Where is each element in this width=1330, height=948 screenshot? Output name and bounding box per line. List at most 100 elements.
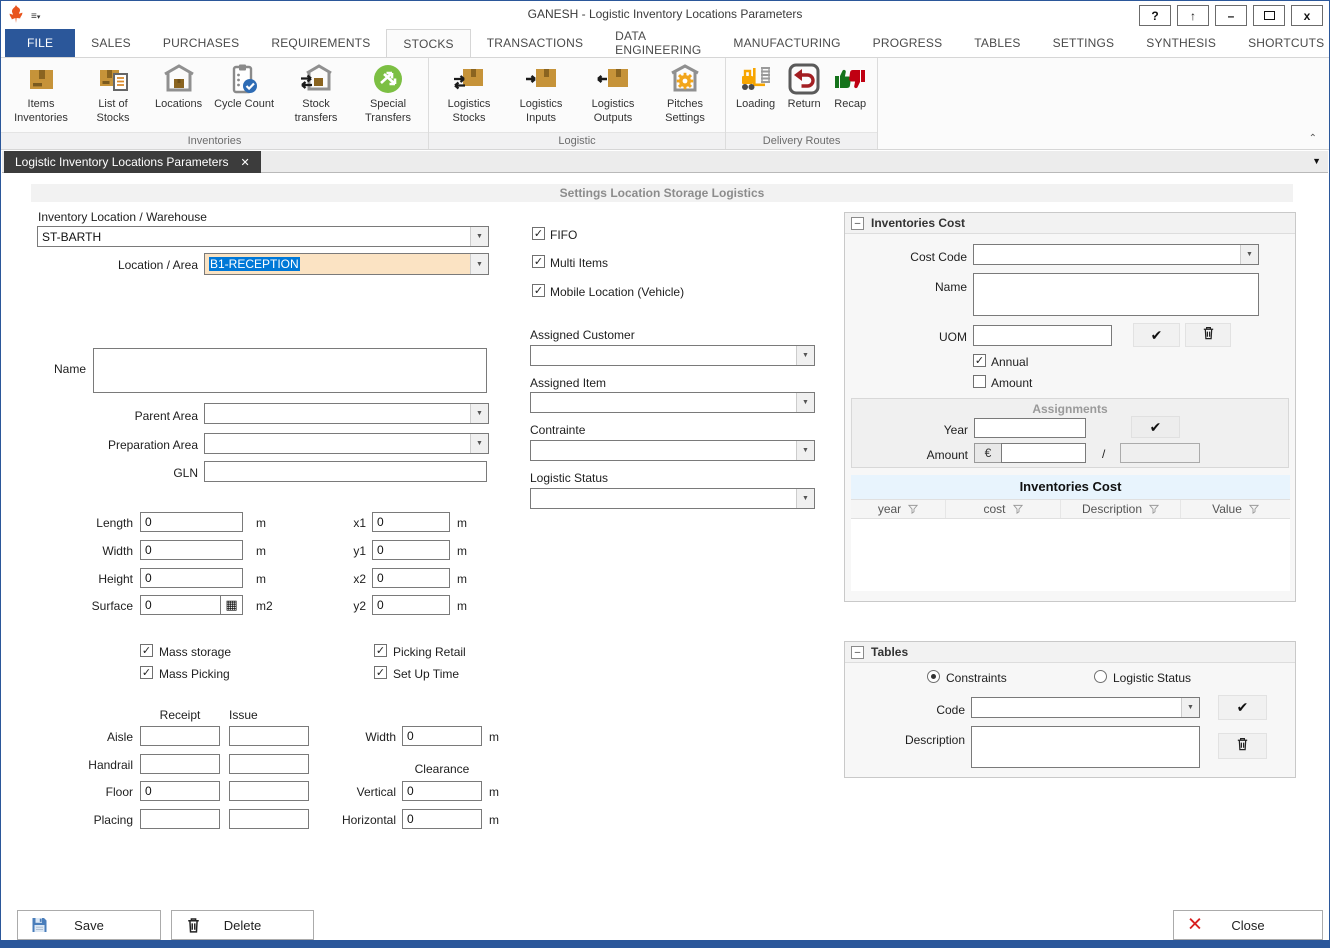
column-header-value[interactable]: Value [1181,500,1290,518]
collapse-panel-button[interactable]: – [851,646,864,659]
help-button[interactable]: ? [1139,5,1171,26]
special-transfers-button[interactable]: Special Transfers [353,61,423,127]
location-area-combo[interactable]: B1-RECEPTION [204,253,489,275]
minimize-button[interactable]: – [1215,5,1247,26]
column-header-description[interactable]: Description [1061,500,1181,518]
pitches-settings-button[interactable]: Pitches Settings [650,61,720,127]
logistics-inputs-button[interactable]: Logistics Inputs [506,61,576,127]
logistic-status-combo[interactable] [530,488,815,509]
horizontal-field[interactable] [402,809,482,829]
tab-shortcuts[interactable]: SHORTCUTS [1232,29,1330,57]
x1-field[interactable] [372,512,450,532]
delete-button[interactable]: Delete [171,910,314,940]
contrainte-combo[interactable] [530,440,815,461]
set-up-time-checkbox[interactable] [374,666,387,679]
dropdown-arrow-icon[interactable] [1181,698,1199,717]
locations-button[interactable]: Locations [150,61,207,113]
clearance-width-field[interactable] [402,726,482,746]
ribbon-collapse-icon[interactable]: ⌃ [1309,133,1317,144]
width-field[interactable] [140,540,243,560]
close-window-button[interactable]: x [1291,5,1323,26]
recap-button[interactable]: Recap [828,61,872,113]
aisle-receipt-field[interactable] [140,726,220,746]
table-delete-button[interactable] [1218,733,1267,759]
loading-button[interactable]: Loading [731,61,780,113]
vertical-field[interactable] [402,781,482,801]
length-field[interactable] [140,512,243,532]
column-header-cost[interactable]: cost [946,500,1061,518]
floor-receipt-field[interactable] [140,781,220,801]
description-field[interactable] [971,726,1200,768]
assignment-validate-button[interactable]: ✔ [1131,416,1180,438]
close-button[interactable]: ✕ Close [1173,910,1323,940]
tab-manufacturing[interactable]: MANUFACTURING [717,29,856,57]
floor-issue-field[interactable] [229,781,309,801]
tab-progress[interactable]: PROGRESS [857,29,959,57]
amount-checkbox[interactable] [973,375,986,388]
dropdown-arrow-icon[interactable] [470,404,488,423]
height-field[interactable] [140,568,243,588]
mass-storage-checkbox[interactable] [140,644,153,657]
dropdown-arrow-icon[interactable] [796,346,814,365]
popout-button[interactable]: ↑ [1177,5,1209,26]
multi-items-checkbox[interactable] [532,255,545,268]
assigned-item-combo[interactable] [530,392,815,413]
assignment-amount-field[interactable] [1001,443,1086,463]
y2-field[interactable] [372,595,450,615]
warehouse-combo[interactable]: ST-BARTH [37,226,489,247]
stock-transfers-button[interactable]: Stock transfers [281,61,351,127]
dropdown-arrow-icon[interactable] [796,393,814,412]
column-header-year[interactable]: year [851,500,946,518]
annual-checkbox[interactable] [973,354,986,367]
maximize-button[interactable] [1253,5,1285,26]
tab-stocks[interactable]: STOCKS [386,29,470,57]
logistics-stocks-button[interactable]: Logistics Stocks [434,61,504,127]
cost-validate-button[interactable]: ✔ [1133,323,1180,347]
placing-receipt-field[interactable] [140,809,220,829]
tab-sales[interactable]: SALES [75,29,147,57]
dropdown-arrow-icon[interactable] [1240,245,1258,264]
code-combo[interactable] [971,697,1200,718]
handrail-receipt-field[interactable] [140,754,220,774]
surface-calculator-button[interactable]: ▦ [220,596,242,614]
cycle-count-button[interactable]: Cycle Count [209,61,279,113]
logistics-outputs-button[interactable]: Logistics Outputs [578,61,648,127]
dropdown-arrow-icon[interactable] [796,441,814,460]
list-of-stocks-button[interactable]: List of Stocks [78,61,148,127]
uom-field[interactable] [973,325,1112,346]
items-inventories-button[interactable]: Items Inventories [6,61,76,127]
tab-data-engineering[interactable]: DATA ENGINEERING [599,29,717,57]
logistic-status-radio[interactable] [1094,670,1107,683]
mass-picking-checkbox[interactable] [140,666,153,679]
assigned-customer-combo[interactable] [530,345,815,366]
name-field[interactable] [93,348,487,393]
document-tab[interactable]: Logistic Inventory Locations Parameters … [4,151,261,173]
tab-requirements[interactable]: REQUIREMENTS [255,29,386,57]
tab-file[interactable]: FILE [5,29,75,57]
x2-field[interactable] [372,568,450,588]
collapse-panel-button[interactable]: – [851,217,864,230]
gln-field[interactable] [204,461,487,482]
tab-settings[interactable]: SETTINGS [1037,29,1131,57]
cost-name-field[interactable] [973,273,1259,316]
dropdown-arrow-icon[interactable] [796,489,814,508]
year-field[interactable] [974,418,1086,438]
return-button[interactable]: Return [782,61,826,113]
save-button[interactable]: Save [17,910,161,940]
placing-issue-field[interactable] [229,809,309,829]
tab-purchases[interactable]: PURCHASES [147,29,255,57]
constraints-radio[interactable] [927,670,940,683]
parent-area-combo[interactable] [204,403,489,424]
dropdown-arrow-icon[interactable] [470,254,488,274]
dropdown-arrow-icon[interactable] [470,434,488,453]
table-validate-button[interactable]: ✔ [1218,695,1267,720]
mobile-location-checkbox[interactable] [532,284,545,297]
cost-code-combo[interactable] [973,244,1259,265]
tab-tables[interactable]: TABLES [958,29,1036,57]
grid-body[interactable] [851,519,1290,591]
cost-delete-button[interactable] [1185,323,1231,347]
aisle-issue-field[interactable] [229,726,309,746]
dropdown-arrow-icon[interactable] [470,227,488,246]
picking-retail-checkbox[interactable] [374,644,387,657]
tab-synthesis[interactable]: SYNTHESIS [1130,29,1232,57]
